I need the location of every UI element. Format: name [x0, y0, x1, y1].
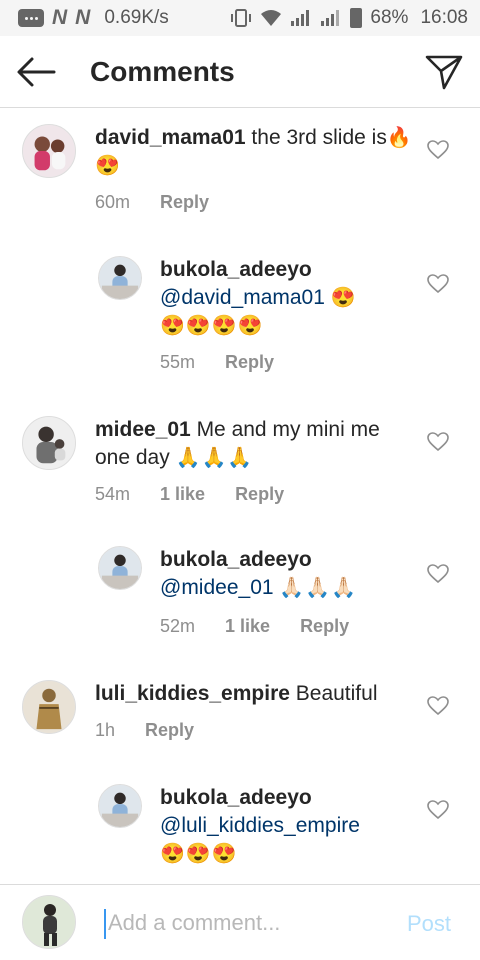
comment-meta: 52m 1 like Reply [160, 616, 349, 637]
comment-emoji: 🙏🙏🙏 [175, 447, 254, 469]
comment-emoji-line: 😍😍😍😍 [160, 315, 264, 337]
current-user-avatar [22, 895, 76, 949]
reply-button[interactable]: Reply [225, 352, 274, 373]
signal-icon [291, 10, 310, 26]
reply-text: bukola_adeeyo @midee_01 🙏🏻🙏🏻🙏🏻 [160, 546, 410, 602]
signal-icon-2 [321, 10, 340, 26]
comment-username[interactable]: luli_kiddies_empire [95, 682, 290, 705]
heart-icon[interactable] [427, 140, 449, 160]
likes-count[interactable]: 1 like [160, 484, 205, 505]
comment-meta: 54m 1 like Reply [95, 484, 284, 505]
comment-row: luli_kiddies_empire Beautiful 1h Reply [0, 664, 480, 764]
mention-link[interactable]: @midee_01 [160, 576, 274, 599]
heart-icon[interactable] [427, 274, 449, 294]
heart-icon[interactable] [427, 564, 449, 584]
comment-row: midee_01 Me and my mini me one day 🙏🙏🙏 5… [0, 400, 480, 520]
vibrate-icon [231, 9, 252, 27]
reply-text: bukola_adeeyo @luli_kiddies_empire 😍😍😍 [160, 784, 410, 868]
reply-text: bukola_adeeyo @david_mama01 😍 😍😍😍😍 [160, 256, 410, 340]
comment-body: the 3rd slide is [245, 126, 387, 149]
n-notification-icon: N [52, 6, 68, 29]
comments-header: Comments [0, 36, 480, 108]
avatar-luli-kiddies-empire[interactable] [22, 680, 76, 734]
battery-icon [350, 8, 363, 28]
comment-text: luli_kiddies_empire Beautiful [95, 680, 415, 708]
reply-row: bukola_adeeyo @david_mama01 😍 😍😍😍😍 55m R… [0, 240, 480, 380]
comment-meta: 55m Reply [160, 352, 274, 373]
mention-link[interactable]: @luli_kiddies_empire [160, 814, 360, 837]
comment-username[interactable]: bukola_adeeyo [160, 548, 312, 571]
comment-time: 54m [95, 484, 131, 504]
likes-count[interactable]: 1 like [225, 616, 270, 637]
comment-time: 1h [95, 720, 116, 740]
mention-link[interactable]: @david_mama01 [160, 286, 325, 309]
reply-row: bukola_adeeyo @midee_01 🙏🏻🙏🏻🙏🏻 52m 1 lik… [0, 530, 480, 650]
avatar-bukola-adeeyo[interactable] [98, 256, 142, 300]
reply-button[interactable]: Reply [160, 192, 209, 213]
comment-composer: Post [0, 884, 480, 960]
text-cursor [104, 909, 106, 939]
comment-emoji: 😍😍😍 [160, 843, 238, 865]
add-comment-input[interactable] [108, 905, 388, 941]
paper-plane-icon[interactable] [424, 52, 464, 92]
n-notification-icon-2: N [75, 6, 91, 29]
comment-row: david_mama01 the 3rd slide is🔥 😍 60m Rep… [0, 108, 480, 228]
reply-row: bukola_adeeyo @luli_kiddies_empire 😍😍😍 [0, 768, 480, 884]
avatar-bukola-adeeyo[interactable] [98, 784, 142, 828]
comment-emoji: 🙏🏻🙏🏻🙏🏻 [279, 577, 358, 599]
comment-username[interactable]: bukola_adeeyo [160, 786, 312, 809]
comment-body: Beautiful [289, 682, 378, 705]
heart-icon[interactable] [427, 800, 449, 820]
avatar-bukola-adeeyo[interactable] [98, 546, 142, 590]
comment-emoji: 😍 [330, 287, 357, 309]
comment-time: 60m [95, 192, 131, 212]
comment-time: 55m [160, 352, 196, 372]
heart-icon[interactable] [427, 696, 449, 716]
comment-meta: 1h Reply [95, 720, 194, 741]
reply-button[interactable]: Reply [235, 484, 284, 505]
reply-button[interactable]: Reply [145, 720, 194, 741]
heart-icon[interactable] [427, 432, 449, 452]
network-speed: 0.69K/s [104, 7, 169, 28]
post-button[interactable]: Post [407, 911, 451, 937]
comment-username[interactable]: bukola_adeeyo [160, 258, 312, 281]
comment-username[interactable]: midee_01 [95, 418, 191, 441]
comment-time: 52m [160, 616, 196, 636]
comment-text: midee_01 Me and my mini me one day 🙏🙏🙏 [95, 416, 415, 472]
page-title: Comments [90, 56, 235, 87]
arrow-left-icon[interactable] [14, 54, 58, 90]
avatar-david-mama01[interactable] [22, 124, 76, 178]
avatar-midee-01[interactable] [22, 416, 76, 470]
status-bar: N N 0.69K/s 68% 16:08 [0, 0, 480, 36]
comment-text: david_mama01 the 3rd slide is🔥 😍 [95, 124, 415, 180]
message-icon [18, 9, 44, 27]
battery-percent: 68% [370, 7, 409, 28]
clock: 16:08 [420, 7, 468, 28]
wifi-icon [261, 10, 282, 26]
comment-username[interactable]: david_mama01 [95, 126, 246, 149]
comment-meta: 60m Reply [95, 192, 209, 213]
reply-button[interactable]: Reply [300, 616, 349, 637]
